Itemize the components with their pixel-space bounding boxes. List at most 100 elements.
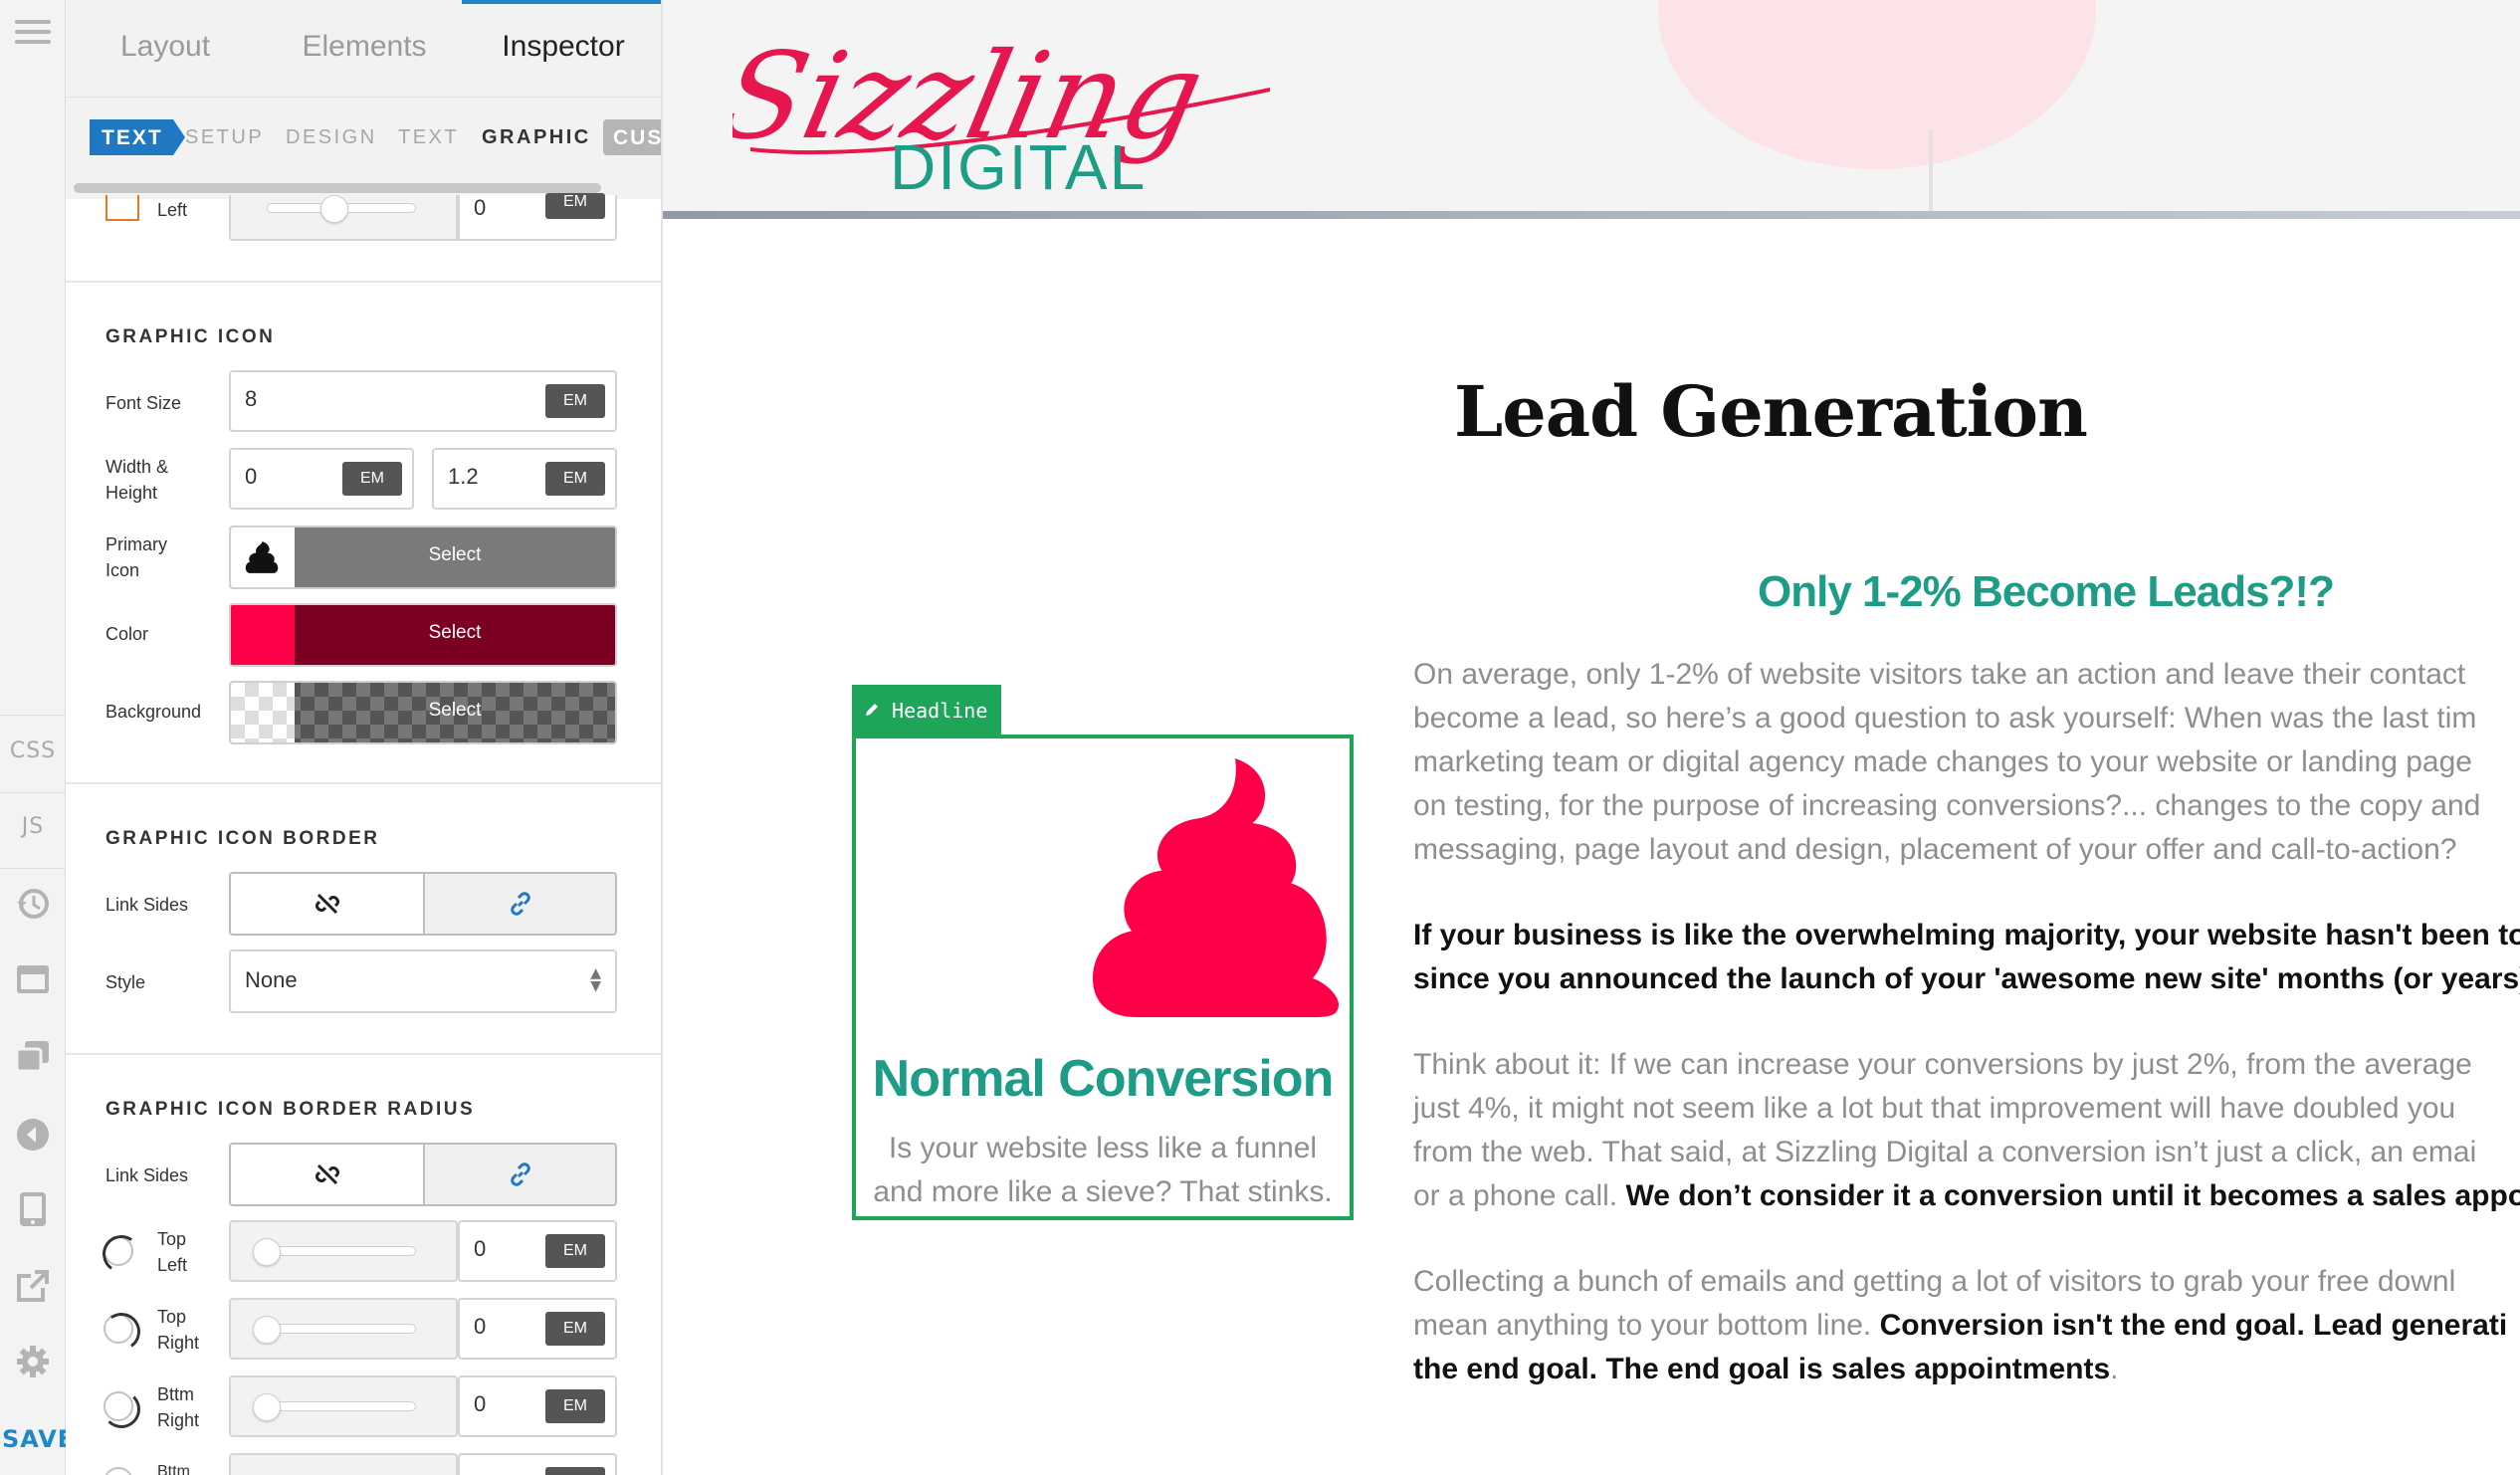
bottom-left-input[interactable] (458, 1453, 617, 1475)
bottom-right-unit-button[interactable]: EM (545, 1389, 605, 1423)
select-arrows-icon: ▲ ▼ (590, 965, 601, 994)
height-input[interactable]: 1.2 EM (432, 448, 617, 510)
background-label: Background (105, 702, 202, 722)
settings-gear-icon[interactable] (0, 1344, 66, 1383)
border-left-icon (105, 195, 139, 221)
font-size-input[interactable]: 8 EM (229, 370, 617, 432)
subtab-design[interactable]: DESIGN (286, 126, 377, 149)
bottom-left-unit-button[interactable] (545, 1467, 605, 1475)
tab-elements[interactable]: Elements (265, 30, 464, 64)
left-input[interactable]: 0 EM (458, 193, 617, 241)
link-icon (510, 1162, 530, 1186)
width-unit-button[interactable]: EM (342, 462, 402, 496)
top-right-input[interactable]: 0 EM (458, 1298, 617, 1360)
subtab-setup[interactable]: SETUP (185, 126, 264, 149)
section-subtitle[interactable]: Only 1-2% Become Leads?!? (1758, 567, 2335, 617)
paragraph-4[interactable]: Collecting a bunch of emails and getting… (1413, 1260, 2520, 1391)
header-balloon-image (1658, 0, 2096, 169)
top-left-slider[interactable] (229, 1220, 458, 1282)
border-style-select[interactable]: None ▲ ▼ (229, 949, 617, 1013)
radius-link-sides-toggle (229, 1143, 617, 1206)
slider-track (267, 1246, 416, 1256)
save-button[interactable]: SAVE (0, 1425, 74, 1453)
text-line: the end goal. The end goal is sales appo… (1413, 1348, 2520, 1391)
text-span-bold: Conversion isn't the end goal. Lead gene… (1879, 1309, 2508, 1342)
layout-icon[interactable] (0, 963, 66, 999)
text-line: marketing team or digital agency made ch… (1413, 745, 2472, 778)
balloon-string (1929, 129, 1933, 217)
svg-text:DIGITAL: DIGITAL (890, 131, 1147, 199)
subtab-text[interactable]: TEXT (398, 126, 459, 149)
text-span-bold: We don’t consider it a conversion until … (1625, 1179, 2520, 1212)
bottom-right-slider[interactable] (229, 1375, 458, 1437)
top-right-unit-button[interactable]: EM (545, 1312, 605, 1346)
paragraph-3[interactable]: Think about it: If we can increase your … (1413, 1043, 2520, 1218)
slider-knob[interactable] (320, 195, 348, 223)
paragraph-1[interactable]: On average, only 1-2% of website visitor… (1413, 653, 2520, 872)
css-button[interactable]: CSS (0, 738, 66, 763)
element-type-badge[interactable]: TEXT (90, 119, 185, 155)
text-line: messaging, page layout and design, place… (1413, 833, 2457, 866)
headline-widget[interactable]: Normal Conversion Is your website less l… (852, 735, 1354, 1220)
color-select-label: Select (428, 622, 482, 643)
color-select[interactable]: Select (229, 603, 617, 667)
border-link-sides-label: Link Sides (105, 895, 189, 915)
external-link-icon[interactable] (0, 1268, 66, 1308)
graphic-icon-border-radius-section-title: GRAPHIC ICON BORDER RADIUS (105, 1099, 476, 1120)
pages-icon[interactable] (0, 1039, 66, 1079)
slider-knob[interactable] (253, 1238, 281, 1266)
font-size-unit-button[interactable]: EM (545, 384, 605, 418)
back-icon[interactable] (0, 1117, 66, 1157)
top-right-label: Top Right (157, 1307, 200, 1353)
text-line: since you announced the launch of your '… (1413, 962, 2520, 995)
text-span: mean anything to your bottom line. (1413, 1309, 1880, 1342)
background-select[interactable]: Select (229, 681, 617, 744)
site-header: Sizzling DIGITAL (663, 0, 2520, 219)
history-icon[interactable] (0, 886, 66, 926)
subtab-scrollbar[interactable] (74, 183, 601, 193)
text-line: mean anything to your bottom line. Conve… (1413, 1304, 2520, 1348)
bottom-left-slider[interactable] (229, 1453, 458, 1475)
top-right-value: 0 (474, 1314, 487, 1339)
inspector-panel: Layout Elements Inspector TEXT SETUP DES… (66, 0, 663, 1475)
unlink-radius-button[interactable] (231, 1145, 423, 1204)
page-title[interactable]: Lead Generation (1454, 370, 2088, 453)
link-sides-button[interactable] (423, 874, 615, 934)
width-input[interactable]: 0 EM (229, 448, 414, 510)
js-button[interactable]: JS (0, 814, 66, 839)
paragraph-2[interactable]: If your business is like the overwhelmin… (1413, 914, 2520, 1001)
top-left-unit-button[interactable]: EM (545, 1234, 605, 1268)
sizzling-digital-logo[interactable]: Sizzling DIGITAL (733, 20, 1270, 199)
unlink-sides-button[interactable] (231, 874, 423, 934)
menu-icon[interactable] (0, 14, 66, 50)
mobile-preview-icon[interactable] (0, 1190, 66, 1232)
left-rail: CSS JS SAVE (0, 0, 74, 1475)
top-right-slider[interactable] (229, 1298, 458, 1360)
primary-icon-select[interactable]: Select (229, 526, 617, 589)
pencil-icon (866, 704, 878, 716)
font-size-label: Font Size (105, 393, 182, 413)
subtab-custom[interactable]: CUS (603, 119, 661, 155)
section-divider (66, 1053, 661, 1055)
slider-track (267, 1324, 416, 1334)
inspector-subtabs: TEXT SETUP DESIGN TEXT GRAPHIC CUS (66, 98, 661, 177)
left-slider[interactable] (229, 195, 458, 241)
bottom-right-input[interactable]: 0 EM (458, 1375, 617, 1437)
left-unit-button[interactable]: EM (545, 193, 605, 219)
element-edit-tag[interactable]: Headline (852, 685, 1001, 737)
graphic-icon-section-title: GRAPHIC ICON (105, 326, 276, 347)
height-unit-button[interactable]: EM (545, 462, 605, 496)
top-left-input[interactable]: 0 EM (458, 1220, 617, 1282)
top-left-label: Top Left (157, 1229, 188, 1275)
color-label: Color (105, 624, 149, 644)
slider-knob[interactable] (253, 1393, 281, 1421)
bottom-left-label: Bttm (157, 1463, 190, 1475)
top-left-value: 0 (474, 1236, 487, 1261)
slider-knob[interactable] (253, 1316, 281, 1344)
tab-inspector[interactable]: Inspector (464, 30, 661, 64)
border-style-label: Style (105, 972, 146, 992)
link-radius-button[interactable] (423, 1145, 615, 1204)
border-style-value: None (245, 967, 298, 992)
tab-layout[interactable]: Layout (66, 30, 265, 64)
subtab-graphic[interactable]: GRAPHIC (482, 126, 591, 149)
